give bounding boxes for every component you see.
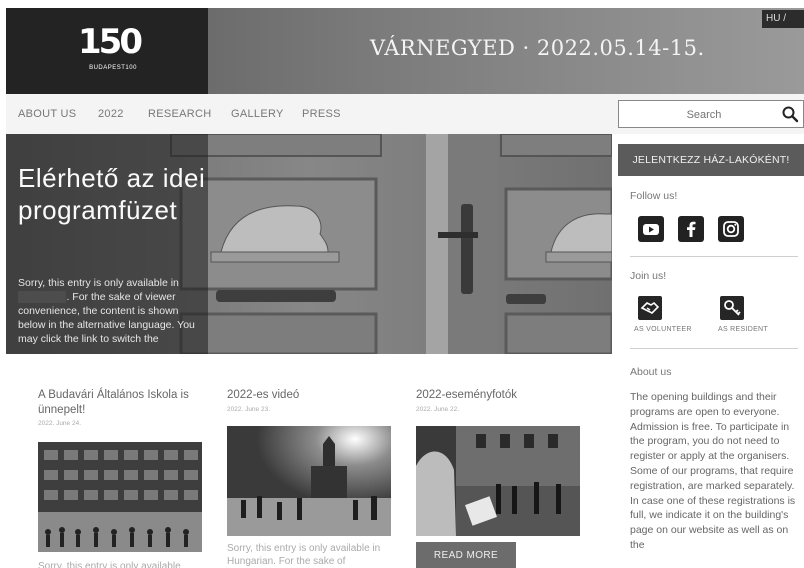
logo-subtitle: BUDAPEST100 <box>89 65 137 71</box>
search-input[interactable] <box>627 105 781 125</box>
volunteer-cta-button[interactable]: JELENTKEZZ HÁZ-LAKÓKÉNT! <box>618 144 804 176</box>
about-text: The opening buildings and their programs… <box>630 391 796 551</box>
about-label: About us <box>630 366 672 378</box>
hungarian-link[interactable]: Hungarian <box>18 291 67 303</box>
hero-title[interactable]: Elérhető az idei programfüzet <box>18 162 208 226</box>
post-date: 2022. June 23. <box>227 406 271 413</box>
nav-item-press[interactable]: PRESS <box>302 108 341 120</box>
post-image-photos[interactable] <box>416 426 580 536</box>
follow-label: Follow us! <box>630 190 678 202</box>
volunteer-label[interactable]: AS VOLUNTEER <box>634 326 692 333</box>
search-icon[interactable] <box>781 105 799 123</box>
post-title-school[interactable]: A Budavári Általános Iskola is ünnepelt! <box>38 388 208 418</box>
handshake-icon[interactable] <box>638 296 662 320</box>
hero-banner[interactable]: Elérhető az idei programfüzet Sorry, thi… <box>6 134 612 354</box>
page: 150 BUDAPEST100 VÁRNEGYED · 2022.05.14-1… <box>6 8 804 568</box>
post-image-school[interactable] <box>38 442 202 552</box>
youtube-icon[interactable] <box>638 216 664 242</box>
language-switch[interactable]: HU / <box>762 10 804 28</box>
post-excerpt: Sorry, this entry is only available in H… <box>227 543 381 567</box>
logo[interactable]: 150 BUDAPEST100 <box>6 8 208 94</box>
sidebar-divider <box>630 256 798 257</box>
join-label: Join us! <box>630 270 667 282</box>
facebook-icon[interactable] <box>678 216 704 242</box>
post-image-video[interactable] <box>227 426 391 536</box>
logo-number: 150 <box>78 22 143 62</box>
post-title-photos[interactable]: 2022-eseményfotók <box>416 388 586 403</box>
resident-label[interactable]: AS RESIDENT <box>718 326 768 333</box>
sidebar-divider <box>630 348 798 349</box>
nav-item-2022[interactable]: 2022 <box>98 108 124 120</box>
search-box <box>618 100 804 128</box>
nav-item-gallery[interactable]: GALLERY <box>231 108 284 120</box>
post-excerpt: Sorry, this entry is only available <box>38 561 181 568</box>
post-date: 2022. June 22. <box>416 406 460 413</box>
key-icon[interactable] <box>720 296 744 320</box>
hero-excerpt-start: Sorry, this entry is only available in <box>18 277 179 289</box>
hero-excerpt: Sorry, this entry is only available in H… <box>18 276 204 346</box>
site-header: 150 BUDAPEST100 VÁRNEGYED · 2022.05.14-1… <box>6 8 804 94</box>
event-title: VÁRNEGYED · 2022.05.14-15. <box>370 36 705 60</box>
nav-item-about-us[interactable]: ABOUT US <box>18 108 76 120</box>
instagram-icon[interactable] <box>718 216 744 242</box>
post-date: 2022. June 24. <box>38 420 82 427</box>
read-more-button[interactable]: READ MORE <box>416 542 516 568</box>
nav-item-research[interactable]: RESEARCH <box>148 108 212 120</box>
post-title-video[interactable]: 2022-es videó <box>227 388 397 403</box>
